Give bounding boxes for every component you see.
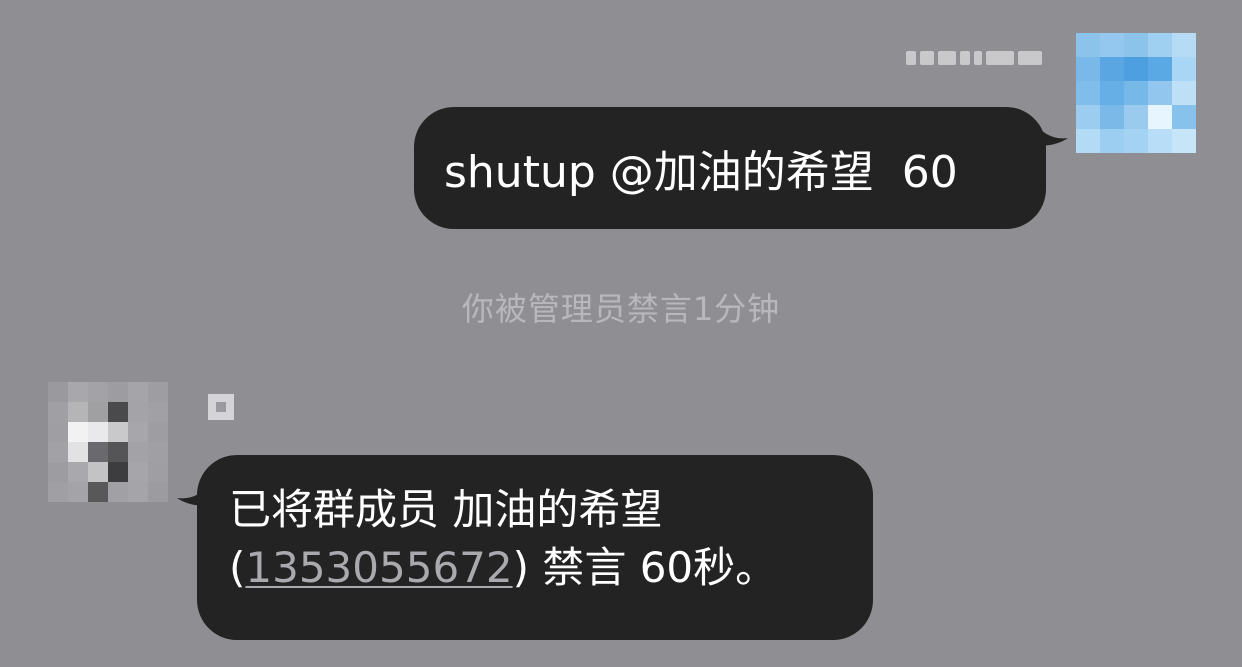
incoming-message-bubble[interactable]: 已将群成员 加油的希望 (1353055672) 禁言 60秒。 bbox=[197, 455, 873, 640]
sender-name-redacted bbox=[870, 42, 1042, 74]
outgoing-message-bubble[interactable]: shutup @加油的希望 60 bbox=[414, 107, 1046, 229]
incoming-message-line1: 已将群成员 加油的希望 bbox=[229, 485, 663, 534]
outgoing-message-text: shutup @加油的希望 60 bbox=[444, 147, 958, 198]
open-paren: ( bbox=[229, 543, 246, 592]
my-avatar[interactable] bbox=[1076, 33, 1196, 153]
mute-duration-text: ) 禁言 60秒。 bbox=[512, 543, 778, 592]
qq-number-link[interactable]: 1353055672 bbox=[245, 543, 512, 592]
system-notice-muted: 你被管理员禁言1分钟 bbox=[461, 290, 781, 328]
sender-name-redacted bbox=[208, 394, 234, 420]
bot-avatar[interactable] bbox=[48, 382, 168, 502]
incoming-message-line2: (1353055672) 禁言 60秒。 bbox=[229, 539, 841, 597]
